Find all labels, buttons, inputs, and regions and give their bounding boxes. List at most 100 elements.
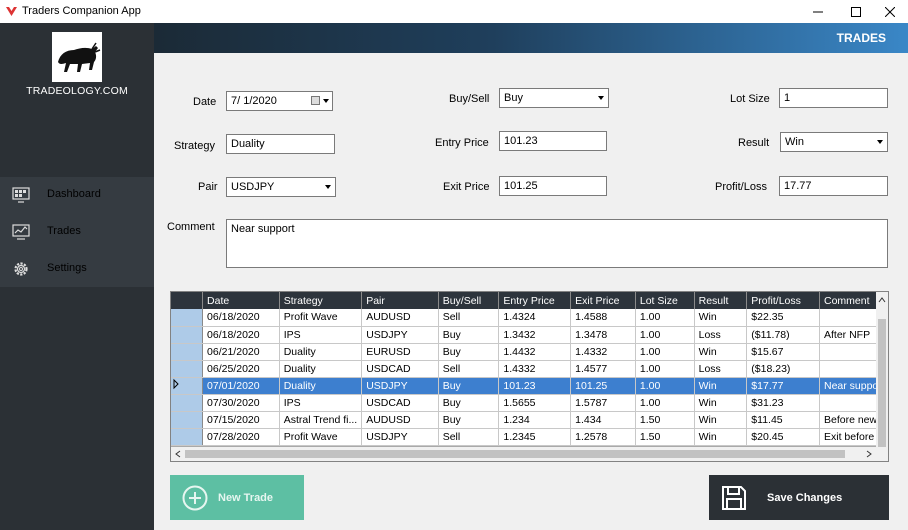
table-cell[interactable]: 1.3432 (498, 326, 572, 344)
column-header[interactable]: Exit Price (570, 292, 636, 309)
result-select[interactable]: Win (780, 132, 888, 152)
table-cell[interactable]: 07/01/2020 (202, 377, 280, 395)
table-cell[interactable]: 1.4332 (498, 360, 572, 378)
row-header[interactable] (171, 360, 204, 378)
table-cell[interactable]: Buy (438, 326, 500, 344)
table-cell[interactable]: $22.35 (746, 309, 820, 327)
row-header[interactable] (171, 394, 204, 412)
table-cell[interactable]: 07/28/2020 (202, 428, 280, 446)
save-changes-button[interactable]: Save Changes (709, 475, 889, 520)
buysell-select[interactable]: Buy (499, 88, 609, 108)
row-header[interactable] (171, 326, 204, 344)
table-cell[interactable]: Win (694, 411, 748, 429)
table-cell[interactable]: Duality (279, 377, 363, 395)
row-header[interactable] (171, 377, 204, 395)
table-cell[interactable]: IPS (279, 326, 363, 344)
minimize-button[interactable] (800, 0, 836, 23)
table-cell[interactable]: 1.4588 (570, 309, 636, 327)
table-cell[interactable]: Sell (438, 309, 500, 327)
table-cell[interactable]: USDJPY (361, 326, 439, 344)
table-cell[interactable]: $20.45 (746, 428, 820, 446)
table-cell[interactable]: 1.4577 (570, 360, 636, 378)
table-cell[interactable]: 1.3478 (570, 326, 636, 344)
date-picker[interactable]: 7/ 1/2020 (226, 91, 333, 111)
table-cell[interactable]: Win (694, 309, 748, 327)
column-header[interactable]: Date (202, 292, 280, 309)
table-cell[interactable]: Astral Trend fi... (279, 411, 363, 429)
table-cell[interactable]: 07/15/2020 (202, 411, 280, 429)
table-cell[interactable]: 1.50 (635, 428, 695, 446)
vertical-scrollbar[interactable] (876, 292, 888, 449)
comment-field[interactable]: Near support (226, 219, 888, 268)
row-header[interactable] (171, 428, 204, 446)
table-cell[interactable]: 06/25/2020 (202, 360, 280, 378)
table-cell[interactable]: Loss (694, 360, 748, 378)
table-cell[interactable]: Profit Wave (279, 309, 363, 327)
table-cell[interactable]: Buy (438, 343, 500, 361)
table-cell[interactable]: USDCAD (361, 360, 439, 378)
table-cell[interactable]: EURUSD (361, 343, 439, 361)
sidebar-item-dashboard[interactable]: Dashboard (0, 177, 154, 213)
column-header[interactable]: Strategy (279, 292, 363, 309)
table-row[interactable]: 07/30/2020 IPS USDCAD Buy 1.5655 1.5787 1.00 Wi… (171, 394, 888, 412)
table-cell[interactable]: ($18.23) (746, 360, 820, 378)
table-row[interactable]: 07/01/2020 Duality USDJPY Buy 101.23 101.25 1.… (171, 377, 888, 395)
entry-price-field[interactable]: 101.23 (499, 131, 607, 151)
table-row[interactable]: 06/21/2020 Duality EURUSD Buy 1.4432 1.4332 1.… (171, 343, 888, 361)
table-cell[interactable]: USDJPY (361, 377, 439, 395)
table-cell[interactable]: Buy (438, 377, 500, 395)
column-header[interactable]: Profit/Loss (746, 292, 820, 309)
column-header[interactable]: Entry Price (498, 292, 572, 309)
lot-size-field[interactable]: 1 (779, 88, 888, 108)
table-cell[interactable]: 07/30/2020 (202, 394, 280, 412)
table-cell[interactable]: Sell (438, 428, 500, 446)
table-cell[interactable]: IPS (279, 394, 363, 412)
table-cell[interactable]: 1.2578 (570, 428, 636, 446)
table-cell[interactable]: 1.4324 (498, 309, 572, 327)
table-cell[interactable]: Duality (279, 360, 363, 378)
column-header[interactable]: Result (694, 292, 748, 309)
table-cell[interactable]: 1.434 (570, 411, 636, 429)
trades-grid[interactable]: Date Strategy Pair Buy/Sell Entry Price … (170, 291, 889, 462)
profit-loss-field[interactable]: 17.77 (779, 176, 888, 196)
new-trade-button[interactable]: New Trade (170, 475, 304, 520)
table-cell[interactable]: ($11.78) (746, 326, 820, 344)
table-cell[interactable]: $31.23 (746, 394, 820, 412)
column-header[interactable]: Pair (361, 292, 439, 309)
table-cell[interactable]: Win (694, 377, 748, 395)
table-cell[interactable]: $15.67 (746, 343, 820, 361)
table-cell[interactable]: 1.00 (635, 377, 695, 395)
table-cell[interactable]: 1.00 (635, 326, 695, 344)
table-cell[interactable]: Profit Wave (279, 428, 363, 446)
row-header[interactable] (171, 309, 204, 327)
table-cell[interactable]: Buy (438, 411, 500, 429)
table-cell[interactable]: Loss (694, 326, 748, 344)
close-button[interactable] (872, 0, 908, 23)
table-cell[interactable]: USDJPY (361, 428, 439, 446)
table-cell[interactable]: AUDUSD (361, 309, 439, 327)
table-cell[interactable]: 06/21/2020 (202, 343, 280, 361)
table-row[interactable]: 06/18/2020 Profit Wave AUDUSD Sell 1.4324 1.4… (171, 309, 888, 327)
table-row[interactable]: 06/18/2020 IPS USDJPY Buy 1.3432 1.3478 1.00 Lo… (171, 326, 888, 344)
table-cell[interactable]: Duality (279, 343, 363, 361)
table-cell[interactable]: 1.5787 (570, 394, 636, 412)
table-cell[interactable]: 1.00 (635, 309, 695, 327)
table-cell[interactable]: 06/18/2020 (202, 309, 280, 327)
table-row[interactable]: 06/25/2020 Duality USDCAD Sell 1.4332 1.4577 1… (171, 360, 888, 378)
table-cell[interactable]: 1.4432 (498, 343, 572, 361)
table-row[interactable]: 07/15/2020 Astral Trend fi... AUDUSD Buy 1.2… (171, 411, 888, 429)
table-cell[interactable]: 1.2345 (498, 428, 572, 446)
strategy-field[interactable]: Duality (226, 134, 335, 154)
vertical-scroll-thumb[interactable] (878, 319, 886, 447)
column-header[interactable]: Lot Size (635, 292, 695, 309)
table-cell[interactable]: 06/18/2020 (202, 326, 280, 344)
table-cell[interactable]: $17.77 (746, 377, 820, 395)
horizontal-scroll-thumb[interactable] (185, 450, 845, 458)
table-row[interactable]: 07/28/2020 Profit Wave USDJPY Sell 1.2345 1.2… (171, 428, 888, 446)
table-cell[interactable]: AUDUSD (361, 411, 439, 429)
table-cell[interactable]: 1.234 (498, 411, 572, 429)
sidebar-item-trades[interactable]: Trades (0, 214, 154, 250)
maximize-button[interactable] (838, 0, 874, 23)
table-cell[interactable]: 1.4332 (570, 343, 636, 361)
table-cell[interactable]: 101.25 (570, 377, 636, 395)
